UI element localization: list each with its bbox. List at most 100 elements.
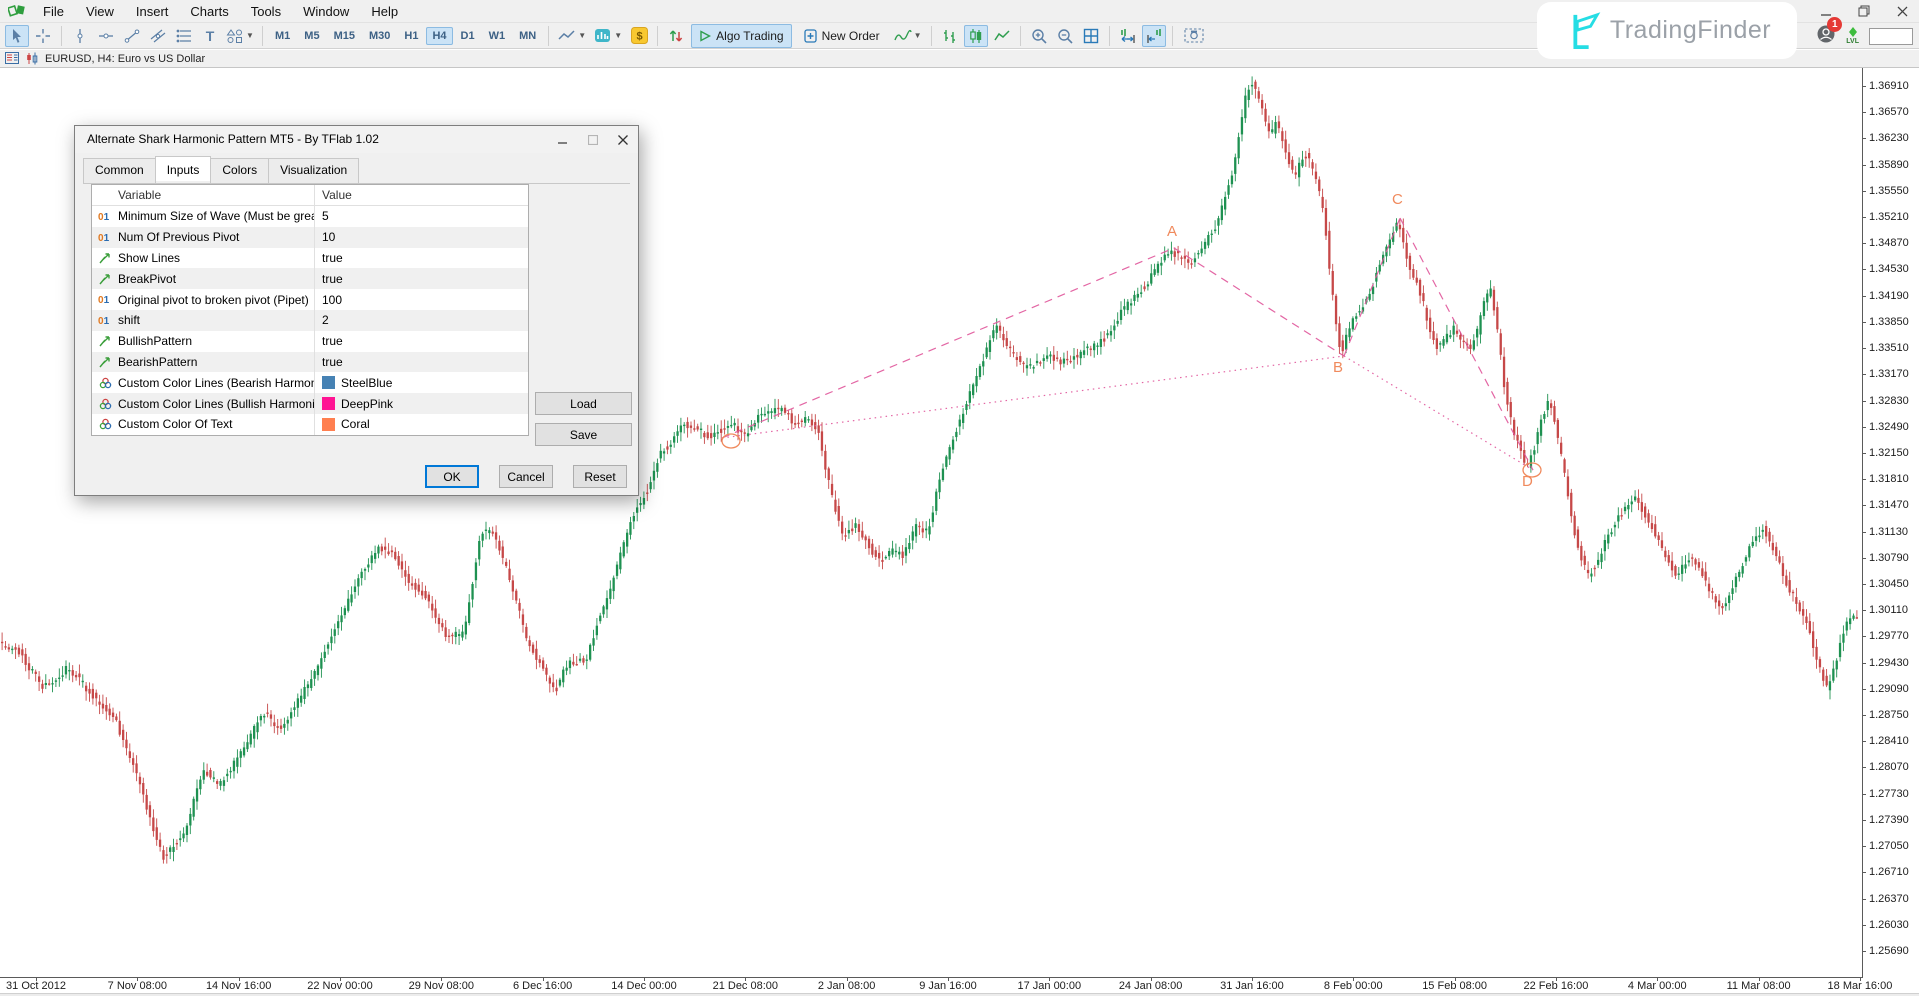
bar-chart-mode-icon[interactable]: [938, 25, 962, 47]
price-axis[interactable]: 1.369101.365701.362301.358901.355501.352…: [1862, 68, 1919, 977]
param-value[interactable]: DeepPink: [314, 393, 528, 414]
indicator-wizard-icon[interactable]: ▼: [891, 25, 925, 47]
vertical-line-tool-icon[interactable]: [68, 25, 92, 47]
date-label: 6 Dec 16:00: [513, 980, 572, 992]
chart-template-icon[interactable]: ▼: [555, 25, 589, 47]
timeframe-m1[interactable]: M1: [269, 27, 296, 45]
dialog-tab-inputs[interactable]: Inputs: [155, 156, 212, 181]
depth-tab-icon[interactable]: [5, 52, 20, 65]
community-bell[interactable]: 1: [1816, 24, 1836, 49]
date-label: 4 Mar 00:00: [1628, 980, 1687, 992]
param-row[interactable]: BreakPivottrue: [92, 268, 528, 289]
trendline-tool-icon[interactable]: [120, 25, 144, 47]
timeframe-d1[interactable]: D1: [455, 27, 481, 45]
menu-window[interactable]: Window: [292, 2, 360, 21]
menu-tools[interactable]: Tools: [240, 2, 292, 21]
channel-tool-icon[interactable]: [146, 25, 170, 47]
equidistant-lines-tool-icon[interactable]: [172, 25, 196, 47]
param-value[interactable]: 10: [314, 227, 528, 248]
param-type-color-icon: [92, 398, 118, 410]
shapes-tool-icon[interactable]: ▼: [224, 25, 256, 47]
param-row[interactable]: BearishPatterntrue: [92, 352, 528, 373]
param-row[interactable]: 01Original pivot to broken pivot (Pipet)…: [92, 289, 528, 310]
auto-scroll-icon[interactable]: [1116, 25, 1140, 47]
param-row[interactable]: Custom Color Lines (Bearish Harmonic)Ste…: [92, 372, 528, 393]
dialog-tab-common[interactable]: Common: [83, 158, 156, 183]
param-value[interactable]: SteelBlue: [314, 372, 528, 393]
new-order-button[interactable]: New Order: [796, 24, 888, 48]
param-row[interactable]: 01shift2: [92, 310, 528, 331]
param-value[interactable]: true: [314, 248, 528, 269]
load-button[interactable]: Load: [535, 392, 632, 415]
save-button[interactable]: Save: [535, 423, 632, 446]
cursor-tool-icon[interactable]: [5, 25, 29, 47]
new-order-label: New Order: [822, 29, 880, 43]
line-chart-mode-icon[interactable]: [990, 25, 1014, 47]
crosshair-tool-icon[interactable]: [31, 25, 55, 47]
menu-help[interactable]: Help: [360, 2, 409, 21]
candlestick-mode-icon[interactable]: [964, 25, 988, 47]
param-value[interactable]: 2: [314, 310, 528, 331]
zoom-in-icon[interactable]: [1027, 25, 1051, 47]
dialog-tab-visualization[interactable]: Visualization: [268, 158, 359, 183]
param-row[interactable]: 01Num Of Previous Pivot10: [92, 227, 528, 248]
window-restore-button[interactable]: [1853, 3, 1875, 19]
timeframe-mn[interactable]: MN: [513, 27, 542, 45]
param-value[interactable]: 5: [314, 206, 528, 227]
date-label: 31 Jan 16:00: [1220, 980, 1284, 992]
symbols-dollar-icon[interactable]: $: [627, 25, 651, 47]
dialog-title-bar[interactable]: Alternate Shark Harmonic Pattern MT5 - B…: [75, 126, 638, 153]
menu-file[interactable]: File: [32, 2, 75, 21]
date-label: 22 Nov 00:00: [307, 980, 372, 992]
price-label: 1.32830: [1869, 395, 1909, 407]
param-row[interactable]: Custom Color Lines (Bullish Harmonic)Dee…: [92, 393, 528, 414]
param-row[interactable]: 01Minimum Size of Wave (Must be great...…: [92, 206, 528, 227]
dialog-minimize-button[interactable]: [548, 126, 578, 153]
price-label: 1.28410: [1869, 735, 1909, 747]
dialog-maximize-button[interactable]: [578, 126, 608, 153]
timeframe-h1[interactable]: H1: [398, 27, 424, 45]
price-label: 1.27730: [1869, 788, 1909, 800]
reset-button[interactable]: Reset: [573, 465, 627, 488]
chart-shift-icon[interactable]: [1142, 25, 1166, 47]
param-value[interactable]: Coral: [314, 414, 528, 435]
menu-insert[interactable]: Insert: [125, 2, 180, 21]
horizontal-line-tool-icon[interactable]: [94, 25, 118, 47]
param-value[interactable]: true: [314, 268, 528, 289]
ok-button[interactable]: OK: [425, 465, 479, 488]
param-value[interactable]: true: [314, 331, 528, 352]
dialog-tab-colors[interactable]: Colors: [210, 158, 269, 183]
date-label: 2 Jan 08:00: [818, 980, 876, 992]
param-type-int-icon: 01: [92, 211, 118, 222]
screenshot-icon[interactable]: [1179, 25, 1209, 47]
price-label: 1.26370: [1869, 893, 1909, 905]
timeframe-m15[interactable]: M15: [328, 27, 361, 45]
timeframe-h4[interactable]: H4: [426, 27, 452, 45]
timeframe-m30[interactable]: M30: [363, 27, 396, 45]
indicators-icon[interactable]: ▼: [591, 25, 625, 47]
tile-windows-icon[interactable]: [1079, 25, 1103, 47]
chart-tab-icon[interactable]: [25, 52, 40, 65]
chart-tab-title[interactable]: EURUSD, H4: Euro vs US Dollar: [45, 53, 205, 65]
timeframe-w1[interactable]: W1: [483, 27, 512, 45]
date-label: 21 Dec 08:00: [713, 980, 778, 992]
tradingfinder-logo-icon: [1563, 10, 1601, 52]
window-close-button[interactable]: [1891, 3, 1913, 19]
param-row[interactable]: BullishPatterntrue: [92, 331, 528, 352]
menu-view[interactable]: View: [75, 2, 125, 21]
param-value[interactable]: true: [314, 352, 528, 373]
algo-trading-button[interactable]: Algo Trading: [691, 24, 791, 48]
menu-charts[interactable]: Charts: [179, 2, 239, 21]
param-label: BullishPattern: [118, 334, 314, 348]
dialog-close-button[interactable]: [608, 126, 638, 153]
param-value[interactable]: 100: [314, 289, 528, 310]
param-row[interactable]: Custom Color Of TextCoral: [92, 414, 528, 435]
text-tool-icon[interactable]: T: [198, 25, 222, 47]
timeframe-m5[interactable]: M5: [298, 27, 325, 45]
cancel-button[interactable]: Cancel: [499, 465, 553, 488]
depth-of-market-icon[interactable]: [664, 25, 688, 47]
zoom-out-icon[interactable]: [1053, 25, 1077, 47]
param-type-color-icon: [92, 377, 118, 389]
param-row[interactable]: Show Linestrue: [92, 248, 528, 269]
tradingfinder-wordmark: TradingFinder: [1610, 16, 1771, 45]
